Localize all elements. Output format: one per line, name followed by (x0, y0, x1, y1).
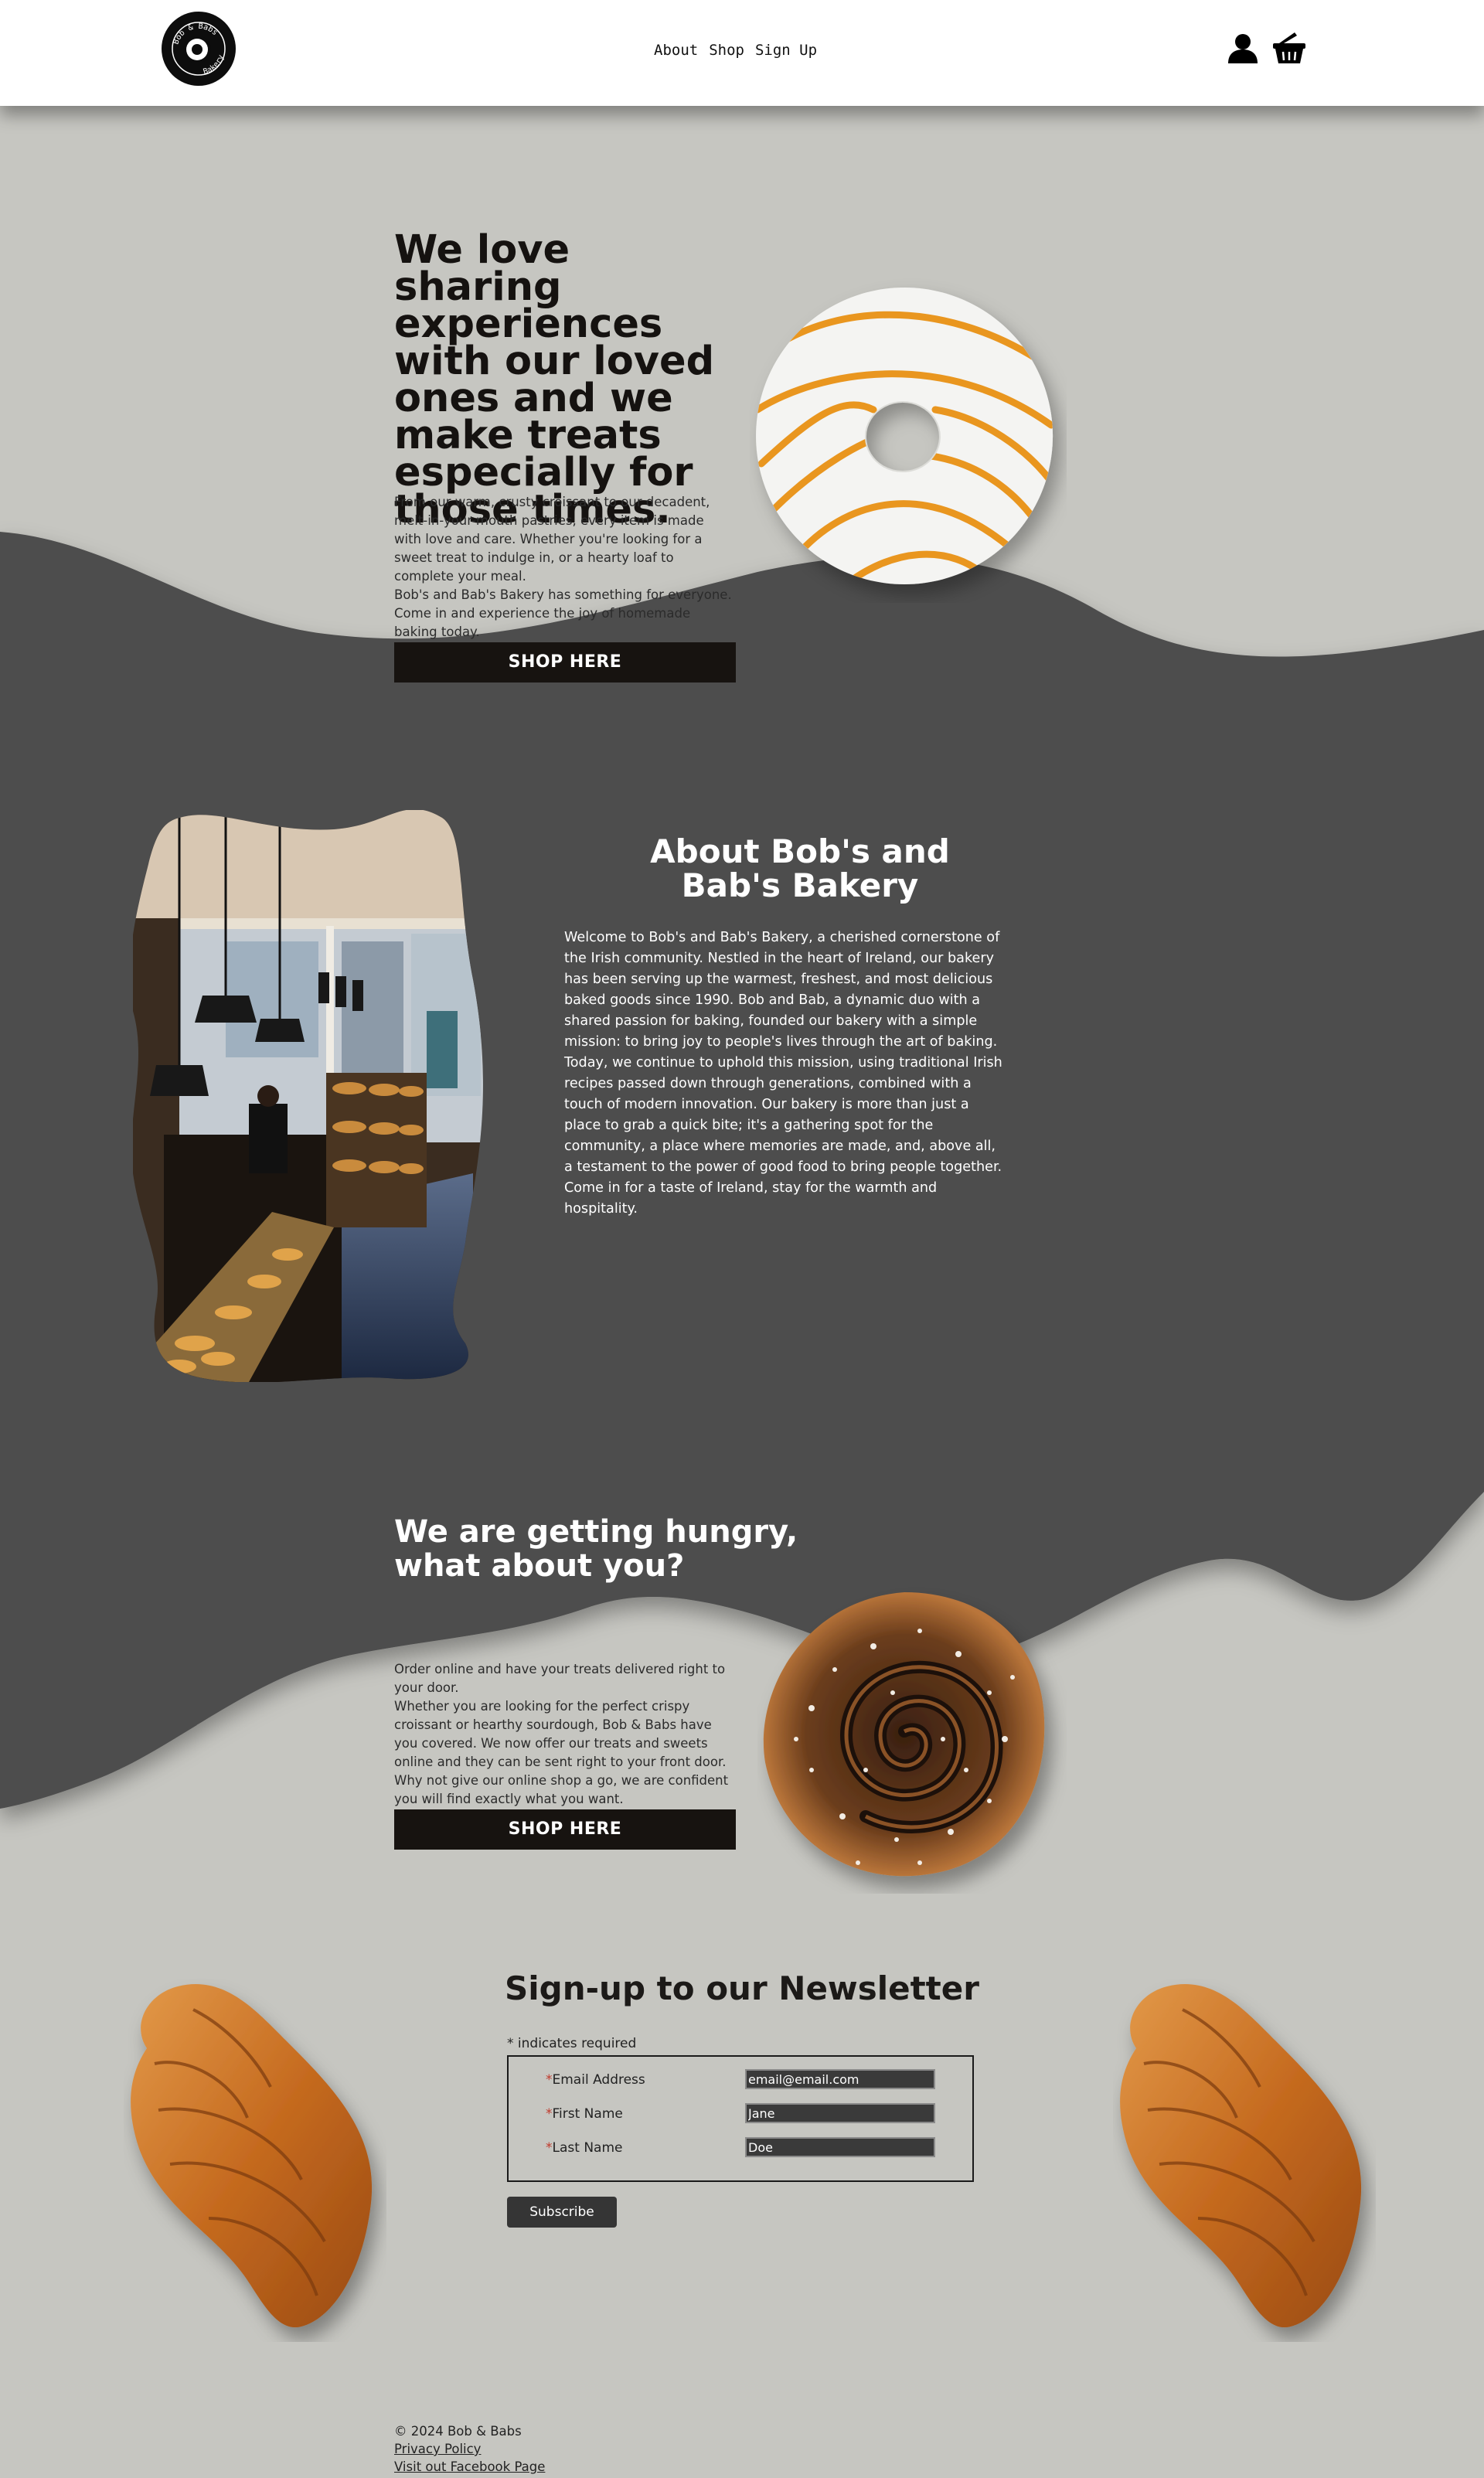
last-name-row: *Last Name (546, 2137, 948, 2160)
required-note: * indicates required (507, 2036, 637, 2051)
donut-image (756, 288, 1053, 585)
croissant-image-left (131, 1984, 373, 2328)
about-text: Welcome to Bob's and Bab's Bakery, a che… (564, 930, 1002, 1217)
hungry-title: We are getting hungry, what about you? (394, 1514, 798, 1584)
last-name-label: *Last Name (546, 2140, 623, 2156)
cinnamon-bun-image (763, 1592, 1045, 1877)
nav-sign-up[interactable]: Sign Up (755, 42, 817, 59)
hero-paragraph: From our warm, crusty croissant to our d… (394, 495, 710, 584)
first-name-label: *First Name (546, 2106, 623, 2122)
email-field[interactable] (745, 2069, 935, 2089)
bakery-interior-image (133, 810, 483, 1382)
first-name-row: *First Name (546, 2103, 948, 2126)
hero-shop-button[interactable]: SHOP HERE (394, 642, 736, 682)
email-row: *Email Address (546, 2069, 948, 2092)
nav-about[interactable]: About (654, 42, 698, 59)
newsletter-title: Sign-up to our Newsletter (505, 1969, 979, 2007)
about-title: About Bob's and Bab's Bakery (650, 832, 950, 904)
main-nav: About Shop Sign Up (654, 42, 817, 59)
facebook-link[interactable]: Visit out Facebook Page (394, 2458, 545, 2476)
copyright: © 2024 Bob & Babs (394, 2424, 522, 2439)
last-name-field[interactable] (745, 2137, 935, 2157)
hungry-paragraph: Order online and have your treats delive… (394, 1662, 726, 1695)
croissant-image-right (1120, 1984, 1362, 2328)
hungry-shop-button[interactable]: SHOP HERE (394, 1809, 736, 1850)
subscribe-button[interactable]: Subscribe (507, 2197, 617, 2228)
newsletter-form: *Email Address *First Name *Last Name (507, 2055, 974, 2182)
hero-title: We love sharing experiences with our lov… (394, 227, 715, 533)
email-label: *Email Address (546, 2072, 645, 2088)
user-icon[interactable] (1227, 32, 1259, 65)
first-name-field[interactable] (745, 2103, 935, 2123)
hero-text: From our warm, crusty croissant to our d… (394, 493, 734, 642)
privacy-policy-link[interactable]: Privacy Policy (394, 2440, 545, 2458)
hungry-paragraph: Whether you are looking for the perfect … (394, 1699, 729, 1806)
site-footer: © 2024 Bob & Babs Privacy Policy Visit o… (394, 2422, 545, 2476)
hungry-text: Order online and have your treats delive… (394, 1660, 734, 1809)
hero-paragraph: Bob's and Bab's Bakery has something for… (394, 587, 732, 639)
nav-shop[interactable]: Shop (709, 42, 744, 59)
bakery-logo[interactable]: Bob & Babs Bakery (161, 11, 237, 87)
basket-icon[interactable] (1271, 31, 1307, 65)
site-header: Bob & Babs Bakery About Shop Sign Up (0, 0, 1484, 106)
